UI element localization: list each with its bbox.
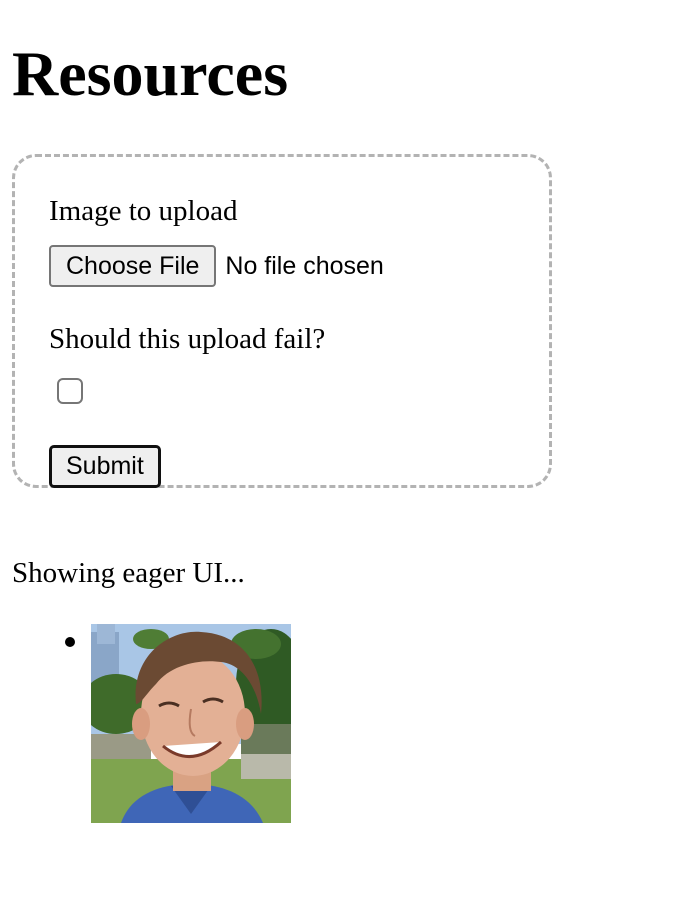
page-title: Resources: [12, 38, 289, 109]
uploads-list: [12, 624, 291, 823]
fail-upload-checkbox[interactable]: [57, 378, 83, 404]
uploaded-photo: [91, 624, 291, 823]
image-upload-label: Image to upload: [49, 195, 238, 227]
choose-file-button[interactable]: Choose File: [49, 245, 217, 287]
fail-upload-label: Should this upload fail?: [49, 323, 326, 355]
upload-form: Image to upload Choose File No file chos…: [12, 154, 552, 488]
bullet-icon: [65, 637, 75, 647]
file-input[interactable]: Choose File No file chosen: [49, 245, 384, 287]
file-status-text: No file chosen: [225, 251, 384, 280]
list-item: [12, 624, 291, 823]
status-message: Showing eager UI...: [12, 557, 245, 589]
submit-button[interactable]: Submit: [49, 445, 161, 488]
